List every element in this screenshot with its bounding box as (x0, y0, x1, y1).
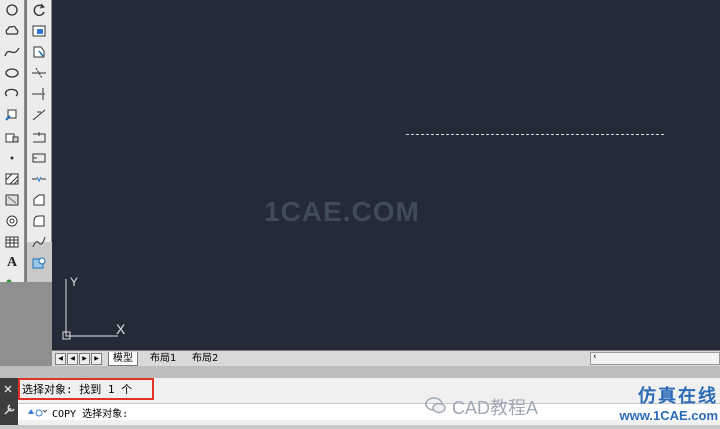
multiline-text-label: A (6, 255, 18, 271)
command-splitter[interactable] (0, 366, 720, 378)
prev-tab-button[interactable]: ◀ (67, 353, 78, 365)
site-watermark-url: www.1CAE.com (619, 408, 718, 423)
command-prompt-text: COPY 选择对象: (52, 409, 129, 420)
point-icon[interactable] (1, 148, 23, 168)
region-icon[interactable] (1, 211, 23, 231)
ellipse-arc-icon[interactable] (1, 84, 23, 104)
wrench-icon (4, 404, 15, 415)
cloud-icon[interactable] (1, 21, 23, 41)
extend-icon[interactable] (28, 84, 50, 104)
explode-icon[interactable] (28, 232, 50, 252)
stretch-icon[interactable] (28, 42, 50, 62)
fillet-icon[interactable] (28, 190, 50, 210)
multiline-text-icon[interactable]: A (1, 253, 23, 273)
break-at-point-icon[interactable] (28, 105, 50, 125)
command-prompt-icon (28, 409, 48, 417)
blend-curves-icon[interactable] (28, 211, 50, 231)
next-tab-button[interactable]: ▶ (79, 353, 90, 365)
selected-dashed-line[interactable] (406, 134, 664, 135)
ucs-x-label: X (116, 321, 126, 337)
spline-icon[interactable] (1, 42, 23, 62)
chamfer-icon[interactable] (28, 169, 50, 189)
wechat-icon (425, 397, 446, 414)
last-tab-button[interactable]: ▶ (91, 353, 102, 365)
tab-model[interactable]: 模型 (108, 352, 138, 366)
ellipse-icon[interactable] (1, 63, 23, 83)
insert-block-icon[interactable] (1, 105, 23, 125)
first-tab-button[interactable]: ◀ (55, 353, 66, 365)
highlight-box (18, 378, 154, 400)
wechat-watermark: CAD教程A (452, 398, 539, 418)
close-command-icon (4, 385, 12, 393)
rotate-icon[interactable] (28, 0, 50, 20)
draw-toolbar: A (0, 0, 25, 290)
horizontal-scrollbar[interactable]: ‹ (590, 352, 720, 365)
hatch-icon[interactable] (1, 169, 23, 189)
explode-block-icon[interactable] (28, 253, 50, 273)
modify-toolbar (27, 0, 52, 269)
command-window-grip[interactable] (0, 378, 18, 425)
ucs-icon: Y X (62, 275, 126, 340)
break-icon[interactable] (28, 127, 50, 147)
circle-icon[interactable] (1, 0, 23, 20)
tab-layout1[interactable]: 布局1 (146, 352, 180, 365)
scroll-left-arrow-icon[interactable]: ‹ (593, 352, 597, 362)
table-icon[interactable] (1, 232, 23, 252)
drawing-canvas[interactable]: 1CAE.COM Y X (52, 0, 720, 350)
canvas-watermark: 1CAE.COM (264, 196, 420, 227)
tab-layout2[interactable]: 布局2 (188, 352, 222, 365)
ucs-y-label: Y (70, 275, 78, 289)
scale-icon[interactable] (28, 21, 50, 41)
gradient-icon[interactable] (1, 190, 23, 210)
site-watermark: 仿真在线 www.1CAE.com (600, 382, 718, 423)
site-watermark-cn: 仿真在线 (638, 386, 718, 407)
left-panel-fill (0, 282, 52, 366)
trim-icon[interactable] (28, 63, 50, 83)
make-block-icon[interactable] (1, 127, 23, 147)
join-icon[interactable] (28, 148, 50, 168)
